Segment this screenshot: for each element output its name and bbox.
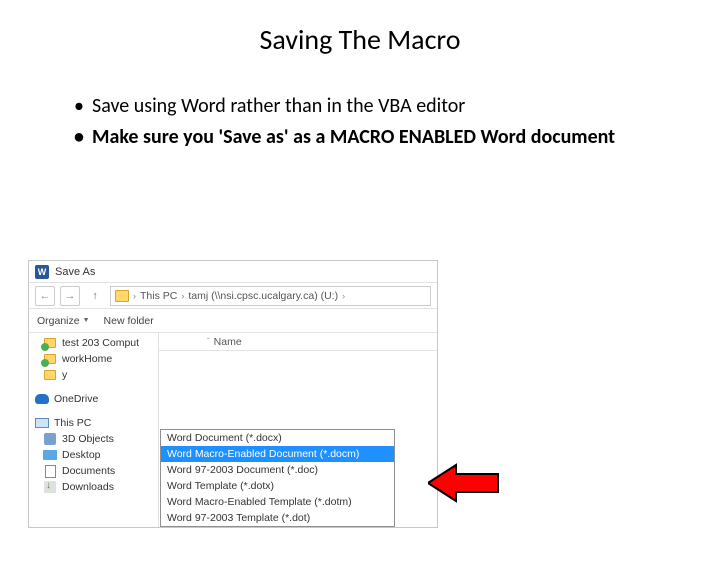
back-button[interactable]: ← xyxy=(35,286,55,306)
save-as-dialog: W Save As ← → ↑ › This PC › tamj (\\nsi.… xyxy=(28,260,438,528)
slide-title: Saving The Macro xyxy=(0,22,720,57)
filetype-option[interactable]: Word Template (*.dotx) xyxy=(161,478,394,494)
sync-icon xyxy=(41,359,49,367)
sort-asc-icon: ˆ xyxy=(207,337,210,346)
chevron-down-icon: ▼ xyxy=(83,317,90,324)
sidebar-item-documents[interactable]: Documents xyxy=(29,463,158,479)
filetype-option-selected[interactable]: Word Macro-Enabled Document (*.docm) xyxy=(161,446,394,462)
sync-icon xyxy=(41,343,49,351)
sidebar-item-desktop[interactable]: Desktop xyxy=(29,447,158,463)
organize-menu[interactable]: Organize▼ xyxy=(37,315,90,327)
sidebar-item-3dobjects[interactable]: 3D Objects xyxy=(29,431,158,447)
toolbar: Organize▼ New folder xyxy=(29,309,437,333)
word-icon: W xyxy=(35,265,49,279)
chevron-right-icon: › xyxy=(181,291,184,301)
path-segment[interactable]: tamj (\\nsi.cpsc.ucalgary.ca) (U:) xyxy=(188,290,338,302)
sidebar-item-folder[interactable]: y xyxy=(29,367,158,383)
path-segment[interactable]: This PC xyxy=(140,290,177,302)
download-icon xyxy=(44,481,56,493)
chevron-right-icon: › xyxy=(342,291,345,301)
pc-icon xyxy=(35,418,49,428)
sidebar-item-thispc[interactable]: This PC xyxy=(29,415,158,431)
cube-icon xyxy=(44,433,56,445)
bullet-list: Save using Word rather than in the VBA e… xyxy=(34,93,720,151)
sidebar-item-downloads[interactable]: Downloads xyxy=(29,479,158,495)
window-title: Save As xyxy=(55,266,95,278)
forward-button[interactable]: → xyxy=(60,286,80,306)
save-as-type-dropdown[interactable]: Word Document (*.docx) Word Macro-Enable… xyxy=(160,429,395,527)
nav-sidebar: test 203 Comput workHome y OneDrive This… xyxy=(29,333,159,527)
up-button[interactable]: ↑ xyxy=(85,286,105,306)
cloud-icon xyxy=(35,394,49,404)
address-bar: ← → ↑ › This PC › tamj (\\nsi.cpsc.ucalg… xyxy=(29,283,437,309)
new-folder-button[interactable]: New folder xyxy=(104,315,154,327)
file-list-pane: ˆ Name Word Document (*.docx) Word Macro… xyxy=(159,333,437,527)
callout-arrow-icon xyxy=(428,463,500,503)
column-header-name[interactable]: ˆ Name xyxy=(159,333,437,351)
sidebar-item-onedrive[interactable]: OneDrive xyxy=(29,391,158,407)
bullet-item: Make sure you 'Save as' as a MACRO ENABL… xyxy=(74,124,720,151)
document-icon xyxy=(45,465,56,478)
filetype-option[interactable]: Word Document (*.docx) xyxy=(161,430,394,446)
sidebar-item-folder[interactable]: workHome xyxy=(29,351,158,367)
filetype-option[interactable]: Word Macro-Enabled Template (*.dotm) xyxy=(161,494,394,510)
chevron-right-icon: › xyxy=(133,291,136,301)
filetype-option[interactable]: Word 97-2003 Template (*.dot) xyxy=(161,510,394,526)
titlebar: W Save As xyxy=(29,261,437,283)
sidebar-item-folder[interactable]: test 203 Comput xyxy=(29,335,158,351)
folder-icon xyxy=(115,290,129,302)
desktop-icon xyxy=(43,450,57,460)
bullet-item: Save using Word rather than in the VBA e… xyxy=(74,93,720,120)
filetype-option[interactable]: Word 97-2003 Document (*.doc) xyxy=(161,462,394,478)
path-box[interactable]: › This PC › tamj (\\nsi.cpsc.ucalgary.ca… xyxy=(110,286,431,306)
